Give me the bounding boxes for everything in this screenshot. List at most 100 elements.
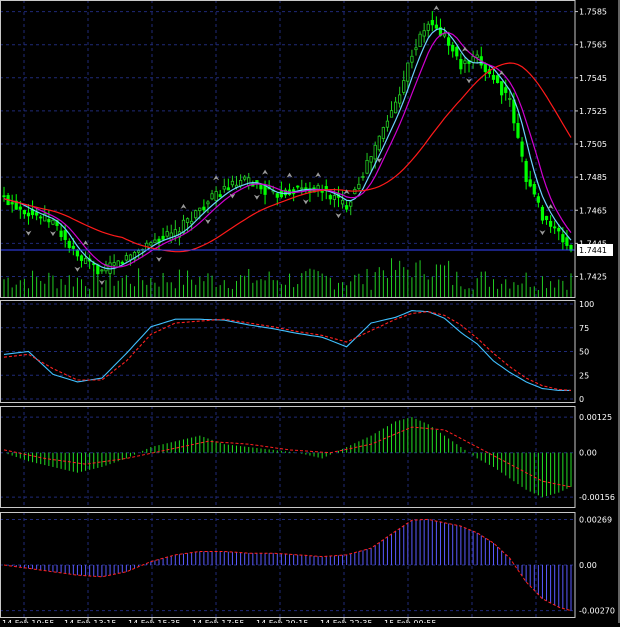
time-axis-label: 14 Feb 13:15 — [64, 619, 116, 623]
stoch-axis-tick-label: 25 — [579, 371, 589, 380]
candle-body — [161, 235, 165, 240]
candle-body — [39, 216, 43, 219]
candle-body — [471, 56, 475, 63]
fractal-up-icon — [262, 169, 269, 175]
candle-body — [491, 74, 496, 80]
candle-body — [406, 62, 410, 82]
stoch-axis-tick-label: 0 — [579, 395, 584, 404]
candle-body — [357, 183, 361, 190]
fractal-down-icon — [49, 231, 56, 237]
candle-body — [47, 219, 51, 223]
candle-body — [153, 239, 157, 244]
time-axis-label: 15 Feb 00:55 — [384, 619, 436, 623]
candle-body — [483, 64, 487, 72]
macd-axis-tick-label: 0.00125 — [579, 413, 612, 422]
candle-body — [536, 196, 540, 203]
candle-body — [263, 185, 267, 195]
stoch-main-line — [3, 310, 571, 391]
candle-body — [214, 191, 218, 201]
candle-body — [447, 37, 451, 46]
candle-body — [10, 202, 14, 205]
macd-axis-tick-label: 0.00 — [579, 449, 597, 458]
moving-average-line — [3, 62, 572, 253]
candle-body — [238, 180, 243, 187]
candle-body — [442, 33, 447, 37]
candle-body — [112, 262, 116, 266]
candle-body — [410, 55, 414, 63]
current-price-tag-label: 1.7441 — [579, 246, 607, 255]
candle-body — [418, 33, 422, 47]
candle-body — [259, 184, 263, 190]
trading-chart[interactable]: 1.7585 1.7565 1.7545 1.7525 1.7505 1.7485 1.74… — [0, 0, 620, 627]
chart-svg[interactable]: 1.7585 1.7565 1.7545 1.7525 1.7505 1.7485 1.74… — [0, 0, 620, 627]
candle-body — [345, 205, 349, 210]
price-axis-tick-label: 1.7505 — [579, 140, 607, 149]
candle-body — [169, 232, 173, 241]
candle-body — [96, 264, 100, 275]
candle-body — [516, 123, 520, 138]
candle-body — [230, 180, 235, 186]
candle-body — [128, 254, 133, 261]
macd-signal-line — [3, 426, 572, 488]
candle-body — [504, 87, 508, 93]
candle-body — [369, 156, 373, 163]
candle-body — [108, 262, 112, 274]
candle-body — [124, 255, 128, 261]
fractal-up-icon — [180, 203, 187, 209]
candle-body — [340, 199, 345, 205]
fractal-up-icon — [547, 204, 554, 210]
time-axis-label: 14 Feb 17:55 — [192, 619, 244, 623]
time-axis-label: 14 Feb 10:55 — [2, 619, 54, 623]
candle-body — [275, 193, 279, 198]
candle-body — [385, 120, 390, 128]
fractal-down-icon — [335, 213, 342, 219]
fractal-down-icon — [253, 194, 260, 200]
candle-body — [520, 141, 524, 157]
candle-body — [528, 179, 532, 187]
osma-axis-tick-label: -0.00270 — [579, 607, 615, 616]
candle-body — [67, 240, 71, 248]
stoch-axis-tick-label: 50 — [579, 348, 589, 357]
candle-body — [173, 229, 177, 237]
panel-frame — [0, 406, 576, 508]
price-axis-tick-label: 1.7565 — [579, 41, 607, 50]
candle-body — [26, 212, 31, 217]
candle-body — [185, 218, 190, 223]
price-axis-tick-label: 1.7485 — [579, 173, 607, 182]
candle-body — [398, 94, 402, 104]
stoch-axis-tick-label: 75 — [579, 324, 589, 333]
candle-body — [393, 101, 398, 114]
candle-body — [222, 185, 226, 190]
candle-body — [59, 230, 63, 237]
candle-body — [561, 234, 565, 243]
candle-body — [75, 250, 80, 257]
stoch-signal-line — [3, 311, 572, 391]
candle-body — [316, 185, 320, 190]
candle-body — [332, 195, 337, 200]
fractal-down-icon — [466, 78, 473, 84]
price-axis-tick-label: 1.7525 — [579, 107, 607, 116]
candle-body — [71, 245, 75, 249]
candle-body — [120, 261, 124, 264]
time-axis-label: 14 Feb 22:35 — [320, 619, 372, 623]
candle-body — [51, 219, 55, 225]
osma-axis-tick-label: 0.00 — [579, 561, 597, 570]
fractal-up-icon — [433, 5, 440, 11]
fractal-down-icon — [204, 219, 211, 225]
candle-body — [320, 190, 324, 193]
candle-body — [165, 231, 169, 237]
candle-body — [389, 110, 394, 118]
fractal-up-icon — [461, 46, 468, 52]
time-axis-label: 14 Feb 15:35 — [128, 619, 180, 623]
candle-body — [463, 60, 467, 64]
osma-axis-tick-label: 0.00269 — [579, 516, 612, 525]
candle-body — [218, 194, 222, 198]
candle-body — [63, 230, 67, 240]
candle-body — [18, 206, 22, 210]
candle-body — [365, 160, 369, 174]
candle-body — [35, 212, 39, 216]
candle-body — [544, 215, 549, 221]
candle-body — [381, 127, 385, 139]
candle-body — [434, 24, 438, 29]
candle-body — [455, 46, 459, 57]
